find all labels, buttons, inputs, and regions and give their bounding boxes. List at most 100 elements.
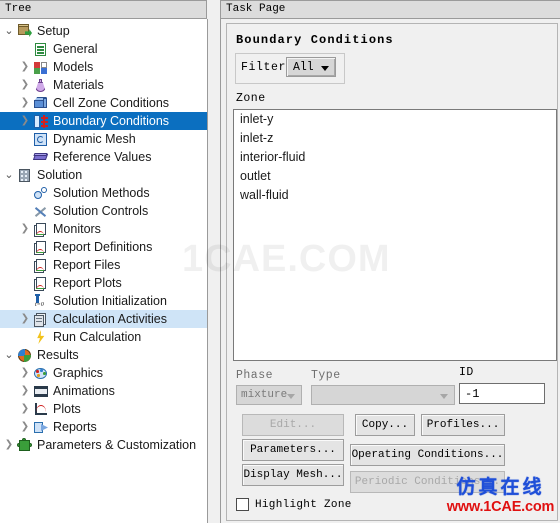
phase-selected-value: mixture — [241, 389, 288, 401]
tree-item-materials[interactable]: ❯ Materials — [0, 76, 207, 94]
tree-item-parameters-customization[interactable]: ❯ Parameters & Customization — [0, 436, 207, 454]
tree-item-results[interactable]: ⌄ Results — [0, 346, 207, 364]
boundary-conditions-form: Boundary Conditions Filter All Zone inle… — [226, 23, 558, 521]
filter-dropdown[interactable]: All — [286, 57, 336, 77]
results-icon — [16, 347, 33, 363]
highlight-zone-row[interactable]: Highlight Zone — [236, 498, 352, 511]
operating-conditions-button[interactable]: Operating Conditions... — [350, 444, 505, 466]
expand-arrow-right-icon[interactable]: ❯ — [18, 400, 32, 418]
tree-item-run-calculation[interactable]: Run Calculation — [0, 328, 207, 346]
tree-item-plots[interactable]: ❯ Plots — [0, 400, 207, 418]
tree-item-label: Animations — [53, 384, 115, 398]
zone-id-value: -1 — [465, 387, 480, 401]
expand-arrow-down-icon[interactable]: ⌄ — [2, 346, 16, 364]
tree-item-solution-initialization[interactable]: t=0 Solution Initialization — [0, 292, 207, 310]
tree-item-reference-values[interactable]: Reference Values — [0, 148, 207, 166]
task-page-panel: Boundary Conditions Filter All Zone inle… — [220, 19, 560, 523]
tree-item-calculation-activities[interactable]: ❯ Calculation Activities — [0, 310, 207, 328]
tree-item-models[interactable]: ❯ Models — [0, 58, 207, 76]
expand-arrow-right-icon[interactable]: ❯ — [18, 112, 32, 130]
display-mesh-button[interactable]: Display Mesh... — [242, 464, 344, 486]
filter-label: Filter — [241, 61, 287, 74]
tree-item-label: General — [53, 42, 98, 56]
zone-listbox[interactable]: inlet-y inlet-z interior-fluid outlet wall-f… — [233, 109, 557, 361]
chevron-down-icon — [440, 394, 448, 399]
tree-panel-title: Tree — [5, 3, 32, 15]
tree-item-label: Dynamic Mesh — [53, 132, 136, 146]
phase-label: Phase — [236, 369, 274, 382]
tree-item-label: Cell Zone Conditions — [53, 96, 170, 110]
solution-icon — [16, 167, 33, 183]
tree-item-report-files[interactable]: Report Files — [0, 256, 207, 274]
tree-panel-header: Tree — [0, 0, 207, 19]
task-page-header: Task Page — [220, 0, 560, 19]
tree-item-solution-methods[interactable]: Solution Methods — [0, 184, 207, 202]
tree-item-general[interactable]: General — [0, 40, 207, 58]
expand-arrow-right-icon[interactable]: ❯ — [2, 436, 16, 454]
zone-list-item[interactable]: wall-fluid — [234, 186, 556, 205]
id-label: ID — [459, 366, 474, 379]
expand-arrow-right-icon[interactable]: ❯ — [18, 364, 32, 382]
periodic-conditions-button[interactable]: Periodic Conditions... — [350, 471, 505, 493]
tree-item-solution[interactable]: ⌄ Solution — [0, 166, 207, 184]
tree-item-label: Parameters & Customization — [37, 438, 197, 452]
zone-list-item[interactable]: inlet-y — [234, 110, 556, 129]
tree-item-label: Plots — [53, 402, 81, 416]
solution-methods-icon — [32, 185, 49, 201]
monitors-icon — [32, 221, 49, 237]
expand-arrow-right-icon[interactable]: ❯ — [18, 58, 32, 76]
expand-arrow-right-icon[interactable]: ❯ — [18, 310, 32, 328]
expand-arrow-down-icon[interactable]: ⌄ — [2, 166, 16, 184]
tree-item-reports[interactable]: ❯ Reports — [0, 418, 207, 436]
tree-item-report-definitions[interactable]: Report Definitions — [0, 238, 207, 256]
phase-dropdown[interactable]: mixture — [236, 385, 302, 405]
tree-item-label: Solution Methods — [53, 186, 150, 200]
tree-item-setup[interactable]: ⌄ Setup — [0, 22, 207, 40]
tree-item-report-plots[interactable]: Report Plots — [0, 274, 207, 292]
fluent-window: Tree Task Page ⌄ Setup General ❯ Models ❯ Mate… — [0, 0, 560, 523]
zone-list-item[interactable]: inlet-z — [234, 129, 556, 148]
animations-icon — [32, 383, 49, 399]
tree-item-label: Reports — [53, 420, 97, 434]
reference-values-icon — [32, 149, 49, 165]
expand-arrow-right-icon[interactable]: ❯ — [18, 220, 32, 238]
tree-item-dynamic-mesh[interactable]: Dynamic Mesh — [0, 130, 207, 148]
expand-arrow-right-icon[interactable]: ❯ — [18, 76, 32, 94]
reports-icon — [32, 419, 49, 435]
tree-item-graphics[interactable]: ❯ Graphics — [0, 364, 207, 382]
type-dropdown[interactable] — [311, 385, 455, 405]
edit-button[interactable]: Edit... — [242, 414, 344, 436]
expand-arrow-right-icon[interactable]: ❯ — [18, 418, 32, 436]
tree-item-label: Monitors — [53, 222, 101, 236]
report-plots-icon — [32, 275, 49, 291]
tree-item-label: Solution Initialization — [53, 294, 167, 308]
outline-tree-panel[interactable]: ⌄ Setup General ❯ Models ❯ Materials ❯ Cell Zone… — [0, 19, 208, 523]
filter-group: Filter All — [235, 53, 345, 84]
tree-item-label: Graphics — [53, 366, 104, 380]
highlight-zone-checkbox[interactable] — [236, 498, 249, 511]
expand-arrow-down-icon[interactable]: ⌄ — [2, 22, 16, 40]
tree-item-animations[interactable]: ❯ Animations — [0, 382, 207, 400]
expand-arrow-right-icon[interactable]: ❯ — [18, 382, 32, 400]
parameters-icon — [16, 437, 33, 453]
parameters-button[interactable]: Parameters... — [242, 439, 344, 461]
materials-icon — [32, 77, 49, 93]
chevron-down-icon — [321, 66, 329, 71]
zone-list-item[interactable]: interior-fluid — [234, 148, 556, 167]
graphics-icon — [32, 365, 49, 381]
zone-id-input[interactable]: -1 — [459, 383, 545, 404]
tree-item-solution-controls[interactable]: Solution Controls — [0, 202, 207, 220]
tree-item-boundary-conditions[interactable]: ❯ Boundary Conditions — [0, 112, 207, 130]
general-icon — [32, 41, 49, 57]
dynamic-mesh-icon — [32, 131, 49, 147]
zone-list-item[interactable]: outlet — [234, 167, 556, 186]
copy-button[interactable]: Copy... — [355, 414, 415, 436]
tree-item-monitors[interactable]: ❯ Monitors — [0, 220, 207, 238]
profiles-button[interactable]: Profiles... — [421, 414, 505, 436]
type-label: Type — [311, 369, 341, 382]
tree-item-label: Report Files — [53, 258, 121, 272]
solution-initialization-icon: t=0 — [32, 293, 49, 309]
expand-arrow-right-icon[interactable]: ❯ — [18, 94, 32, 112]
tree-item-cell-zone-conditions[interactable]: ❯ Cell Zone Conditions — [0, 94, 207, 112]
run-calculation-icon — [32, 329, 49, 345]
